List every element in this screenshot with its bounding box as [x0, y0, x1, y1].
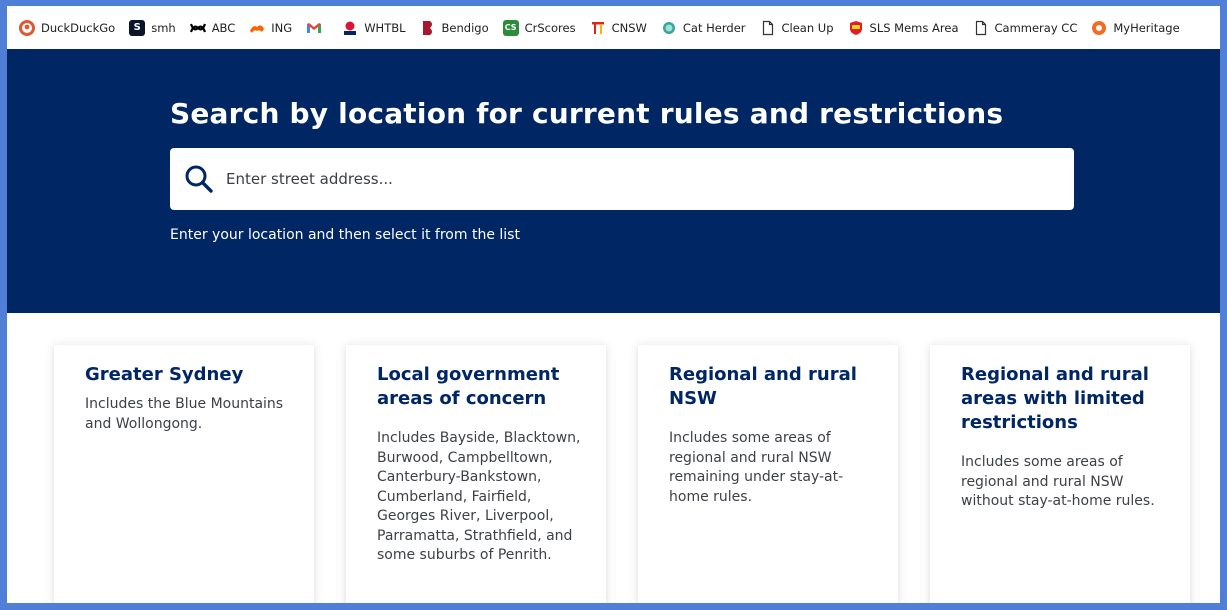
search-hero: Search by location for current rules and… [7, 49, 1220, 313]
card-limited-restrictions[interactable]: Regional and rural areas with limited re… [930, 345, 1190, 603]
bookmark-label: smh [151, 20, 176, 35]
page-icon [760, 20, 776, 36]
bookmark-duckduckgo[interactable]: DuckDuckGo [19, 19, 116, 36]
sls-icon [848, 20, 864, 36]
abc-icon [189, 20, 206, 36]
card-title: Local government areas of concern [377, 364, 560, 409]
myheritage-icon [1091, 20, 1107, 36]
card-body: Includes the Blue Mountains and Wollongo… [85, 396, 284, 432]
bookmark-label: CNSW [611, 20, 647, 35]
card-regional-rural-nsw[interactable]: Regional and rural NSW Includes some are… [638, 345, 898, 603]
cat-herder-icon [661, 20, 677, 36]
card-body: Includes some areas of regional and rura… [669, 430, 844, 505]
bookmarks-bar: DuckDuckGo S smh ABC ING WHTBL Bendigo C… [7, 6, 1220, 49]
card-title: Greater Sydney [85, 364, 244, 385]
ing-lion-icon [249, 20, 265, 36]
bookmark-bendigo[interactable]: Bendigo [420, 20, 489, 36]
bookmark-smh[interactable]: S smh [129, 19, 176, 36]
card-body: Includes Bayside, Blacktown, Burwood, Ca… [377, 430, 581, 563]
bookmark-crscores[interactable]: CS CrScores [502, 19, 576, 36]
bookmark-gmail[interactable] [306, 20, 328, 36]
bookmark-label: Cat Herder [682, 20, 746, 35]
browser-window: DuckDuckGo S smh ABC ING WHTBL Bendigo C… [0, 0, 1227, 610]
card-title: Regional and rural areas with limited re… [961, 364, 1149, 433]
card-body: Includes some areas of regional and rura… [961, 454, 1155, 509]
bookmark-ing[interactable]: ING [249, 20, 292, 36]
card-title: Regional and rural NSW [669, 364, 857, 409]
bendigo-icon [420, 20, 436, 36]
cnsw-icon [590, 20, 606, 36]
search-icon [185, 165, 213, 193]
gmail-icon [306, 20, 322, 36]
region-cards: Greater Sydney Includes the Blue Mountai… [7, 313, 1220, 603]
bookmark-label: MyHeritage [1113, 20, 1180, 35]
search-box[interactable] [170, 148, 1074, 210]
bookmark-label: DuckDuckGo [41, 20, 116, 35]
page-title: Search by location for current rules and… [170, 97, 1004, 130]
bookmark-clean-up[interactable]: Clean Up [760, 20, 834, 36]
crscores-icon: CS [502, 19, 519, 36]
search-input[interactable] [224, 158, 1074, 200]
bookmark-label: SLS Mems Area [869, 20, 959, 35]
bookmark-label: Bendigo [441, 20, 489, 35]
bookmark-label: CrScores [524, 20, 576, 35]
smh-icon: S [129, 19, 146, 36]
bookmark-sls-mems-area[interactable]: SLS Mems Area [848, 20, 959, 36]
nsw-waratah-icon [342, 20, 358, 36]
card-greater-sydney[interactable]: Greater Sydney Includes the Blue Mountai… [54, 345, 314, 603]
bookmark-cat-herder[interactable]: Cat Herder [661, 20, 746, 36]
bookmark-label: Clean Up [781, 20, 834, 35]
bookmark-cnsw[interactable]: CNSW [590, 20, 647, 36]
bookmark-myheritage[interactable]: MyHeritage [1091, 20, 1180, 36]
bookmark-whtbl[interactable]: WHTBL [342, 20, 406, 36]
duckduckgo-icon [19, 19, 35, 36]
bookmark-label: Cammeray CC [994, 20, 1078, 35]
page-icon [973, 20, 989, 36]
bookmark-abc[interactable]: ABC [189, 20, 236, 36]
bookmark-label: WHTBL [364, 20, 406, 35]
bookmark-label: ING [271, 20, 293, 35]
search-hint: Enter your location and then select it f… [170, 227, 520, 243]
bookmark-cammeray-cc[interactable]: Cammeray CC [973, 20, 1078, 36]
card-lga-of-concern[interactable]: Local government areas of concern Includ… [346, 345, 606, 603]
bookmark-label: ABC [211, 20, 236, 35]
